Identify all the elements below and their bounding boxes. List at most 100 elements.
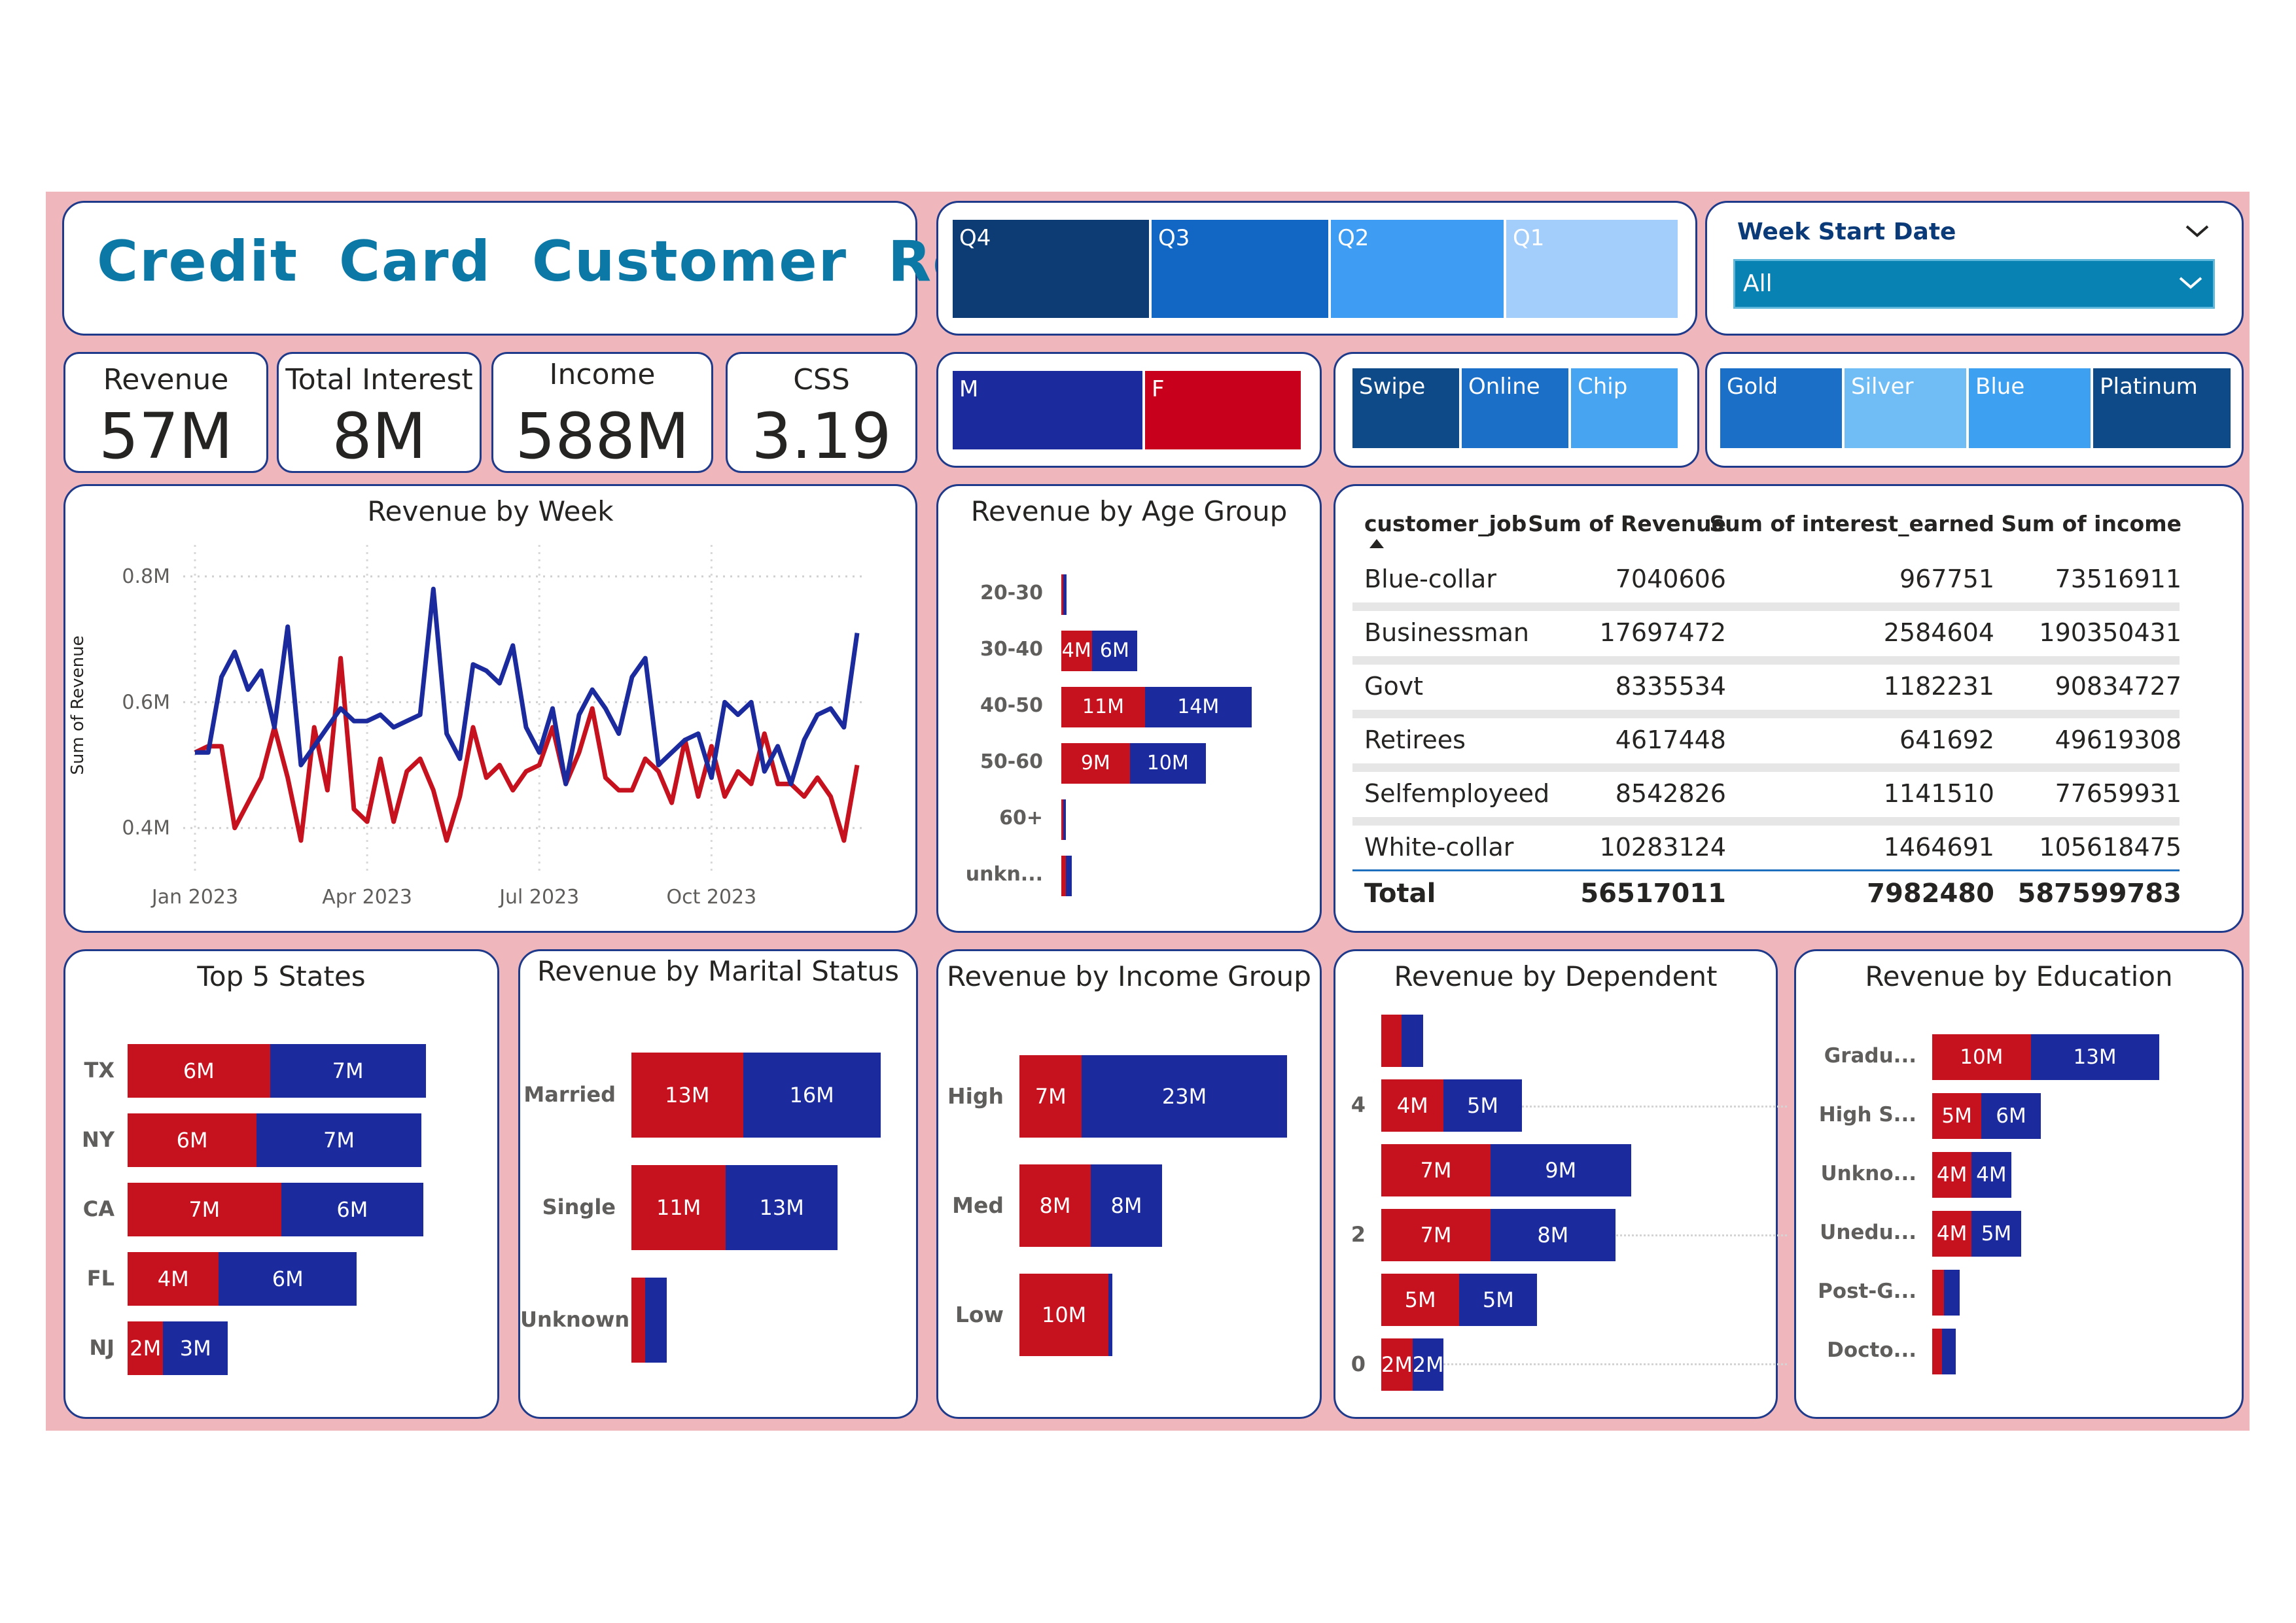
bar-segment-red[interactable]: 4M bbox=[128, 1252, 219, 1306]
slicer-tile-swipe[interactable]: Swipe bbox=[1352, 368, 1459, 448]
slicer-tile-gold[interactable]: Gold bbox=[1720, 368, 1842, 448]
slicer-tile-blue[interactable]: Blue bbox=[1969, 368, 2091, 448]
bar-segment-blue[interactable] bbox=[1063, 574, 1067, 615]
bar-segment-red[interactable]: 5M bbox=[1932, 1093, 1982, 1139]
bar-segment-blue[interactable] bbox=[1944, 1270, 1960, 1316]
category-label: High S... bbox=[1818, 1103, 1916, 1126]
row-separator bbox=[1352, 763, 2180, 772]
bar-segment-blue[interactable]: 4M bbox=[1971, 1152, 2011, 1198]
table-header-revenue[interactable]: Sum of Revenue bbox=[1528, 511, 1726, 536]
bar-segment-red[interactable]: 7M bbox=[128, 1183, 281, 1236]
kpi-label: Income bbox=[549, 358, 656, 391]
bar-segment-red[interactable]: 4M bbox=[1381, 1079, 1444, 1132]
bar-segment-blue[interactable] bbox=[645, 1278, 667, 1363]
bar-segment-blue[interactable] bbox=[1108, 1274, 1112, 1356]
bar-segment-blue[interactable] bbox=[1063, 799, 1066, 840]
bar-segment-red[interactable]: 8M bbox=[1019, 1164, 1091, 1247]
slicer-tile-q3[interactable]: Q3 bbox=[1152, 220, 1328, 318]
slicer-tile-silver[interactable]: Silver bbox=[1845, 368, 1966, 448]
table-cell: 190350431 bbox=[2039, 618, 2181, 647]
bar-segment-red[interactable]: 4M bbox=[1061, 631, 1092, 671]
bar-segment-red[interactable]: 2M bbox=[1381, 1338, 1413, 1391]
bar-segment-blue[interactable]: 8M bbox=[1490, 1209, 1616, 1261]
y-tick-label: 0.4M bbox=[122, 817, 170, 840]
bar-segment-blue[interactable]: 10M bbox=[1129, 743, 1206, 784]
bar-segment-red[interactable] bbox=[1061, 856, 1066, 896]
bar-segment-blue[interactable]: 14M bbox=[1144, 687, 1252, 727]
x-tick-label: Oct 2023 bbox=[666, 886, 756, 909]
bar-segment-red[interactable]: 7M bbox=[1381, 1144, 1491, 1196]
bar-segment-red[interactable] bbox=[1381, 1015, 1402, 1067]
slicer-tile-chip[interactable]: Chip bbox=[1571, 368, 1678, 448]
bar-segment-red[interactable]: 10M bbox=[1019, 1274, 1109, 1356]
bar-segment-blue[interactable]: 13M bbox=[726, 1165, 838, 1250]
table-cell: 4617448 bbox=[1615, 725, 1726, 754]
bar-segment-blue[interactable]: 5M bbox=[1971, 1211, 2021, 1257]
kpi-card-revenue: Revenue 57M bbox=[63, 352, 268, 473]
table-header-interest[interactable]: Sum of interest_earned bbox=[1709, 511, 1994, 536]
x-tick-label: Apr 2023 bbox=[322, 886, 412, 909]
bar-segment-blue[interactable] bbox=[1402, 1015, 1424, 1067]
bar-segment-red[interactable]: 4M bbox=[1932, 1211, 1972, 1257]
kpi-card-css: CSS 3.19 bbox=[726, 352, 917, 473]
category-label: NY bbox=[82, 1127, 115, 1152]
bar-segment-red[interactable]: 11M bbox=[631, 1165, 726, 1250]
bar-segment-red[interactable]: 11M bbox=[1061, 687, 1145, 727]
bar-segment-red[interactable] bbox=[1932, 1270, 1945, 1316]
bar-segment-blue[interactable]: 3M bbox=[163, 1321, 228, 1375]
bar-segment-blue[interactable]: 13M bbox=[2030, 1034, 2159, 1080]
revenue-by-week-chart: Revenue by Week Sum of Revenue 0.8M 0.6M 0… bbox=[63, 484, 917, 933]
bar-segment-blue[interactable]: 9M bbox=[1490, 1144, 1631, 1196]
bar-segment-red[interactable]: 6M bbox=[128, 1044, 270, 1098]
slicer-tile-f[interactable]: F bbox=[1145, 371, 1301, 449]
week-start-dropdown[interactable]: All bbox=[1733, 259, 2215, 309]
slicer-tile-q2[interactable]: Q2 bbox=[1331, 220, 1504, 318]
bar-segment-blue[interactable]: 6M bbox=[1981, 1093, 2041, 1139]
bar-segment-blue[interactable]: 5M bbox=[1443, 1079, 1522, 1132]
category-label: unkn... bbox=[965, 863, 1043, 886]
slicer-tile-online[interactable]: Online bbox=[1462, 368, 1568, 448]
card-category-slicer: Gold Silver Blue Platinum bbox=[1705, 352, 2244, 468]
bar-segment-blue[interactable]: 5M bbox=[1459, 1274, 1538, 1326]
table-cell: 641692 bbox=[1899, 725, 1994, 754]
bar-segment-red[interactable]: 13M bbox=[631, 1053, 743, 1138]
week-start-slicer: Week Start Date All bbox=[1705, 201, 2244, 336]
bar-segment-red[interactable]: 4M bbox=[1932, 1152, 1972, 1198]
bar-segment-blue[interactable] bbox=[1065, 856, 1072, 896]
bar-segment-red[interactable] bbox=[631, 1278, 645, 1363]
category-label: 50-60 bbox=[980, 750, 1043, 773]
bar-segment-blue[interactable]: 6M bbox=[219, 1252, 357, 1306]
line-plot: 0.8M 0.6M 0.4M Jan 2023 Apr 2023 Jul 2023 Oct … bbox=[122, 545, 864, 909]
bar-segment-red[interactable]: 10M bbox=[1932, 1034, 2031, 1080]
collapse-chevron-icon[interactable] bbox=[2184, 221, 2210, 241]
bar-segment-red[interactable]: 5M bbox=[1381, 1274, 1460, 1326]
bar-segment-blue[interactable]: 6M bbox=[1091, 631, 1138, 671]
bar-segment-blue[interactable]: 16M bbox=[743, 1053, 881, 1138]
category-label: Unedu... bbox=[1820, 1221, 1916, 1244]
bar-segment-blue[interactable]: 23M bbox=[1082, 1055, 1287, 1138]
bar-segment-red[interactable]: 7M bbox=[1019, 1055, 1082, 1138]
table-cell: 1182231 bbox=[1883, 672, 1994, 701]
row-separator bbox=[1352, 602, 2180, 611]
revenue-by-income-chart: Revenue by Income Group High 7M 23M Med 8M 8M… bbox=[936, 949, 1322, 1419]
bar-segment-red[interactable] bbox=[1932, 1329, 1943, 1374]
bar-segment-blue[interactable]: 2M bbox=[1412, 1338, 1444, 1391]
bar-segment-blue[interactable]: 6M bbox=[281, 1183, 424, 1236]
bar-segment-blue[interactable] bbox=[1942, 1329, 1956, 1374]
bar-segment-red[interactable]: 6M bbox=[128, 1113, 257, 1167]
slicer-tile-platinum[interactable]: Platinum bbox=[2093, 368, 2231, 448]
bar-segment-blue[interactable]: 8M bbox=[1091, 1164, 1162, 1247]
table-header-job[interactable]: customer_job bbox=[1364, 511, 1527, 536]
bar-segment-red[interactable]: 2M bbox=[128, 1321, 164, 1375]
bar-segment-red[interactable]: 7M bbox=[1381, 1209, 1491, 1261]
top-5-states-chart: Top 5 States TX 6M 7M NY 6M 7M CA 7M 6M FL 4M 6M NJ 2… bbox=[63, 949, 499, 1419]
table-cell: 73516911 bbox=[2055, 565, 2181, 593]
bar-segment-blue[interactable]: 7M bbox=[256, 1113, 421, 1167]
slicer-tile-m[interactable]: M bbox=[953, 371, 1142, 449]
slicer-tile-q4[interactable]: Q4 bbox=[953, 220, 1149, 318]
category-label: Gradu... bbox=[1824, 1044, 1916, 1068]
table-header-income[interactable]: Sum of income bbox=[2002, 511, 2181, 536]
slicer-tile-q1[interactable]: Q1 bbox=[1506, 220, 1678, 318]
bar-segment-red[interactable]: 9M bbox=[1061, 743, 1130, 784]
bar-segment-blue[interactable]: 7M bbox=[270, 1044, 426, 1098]
